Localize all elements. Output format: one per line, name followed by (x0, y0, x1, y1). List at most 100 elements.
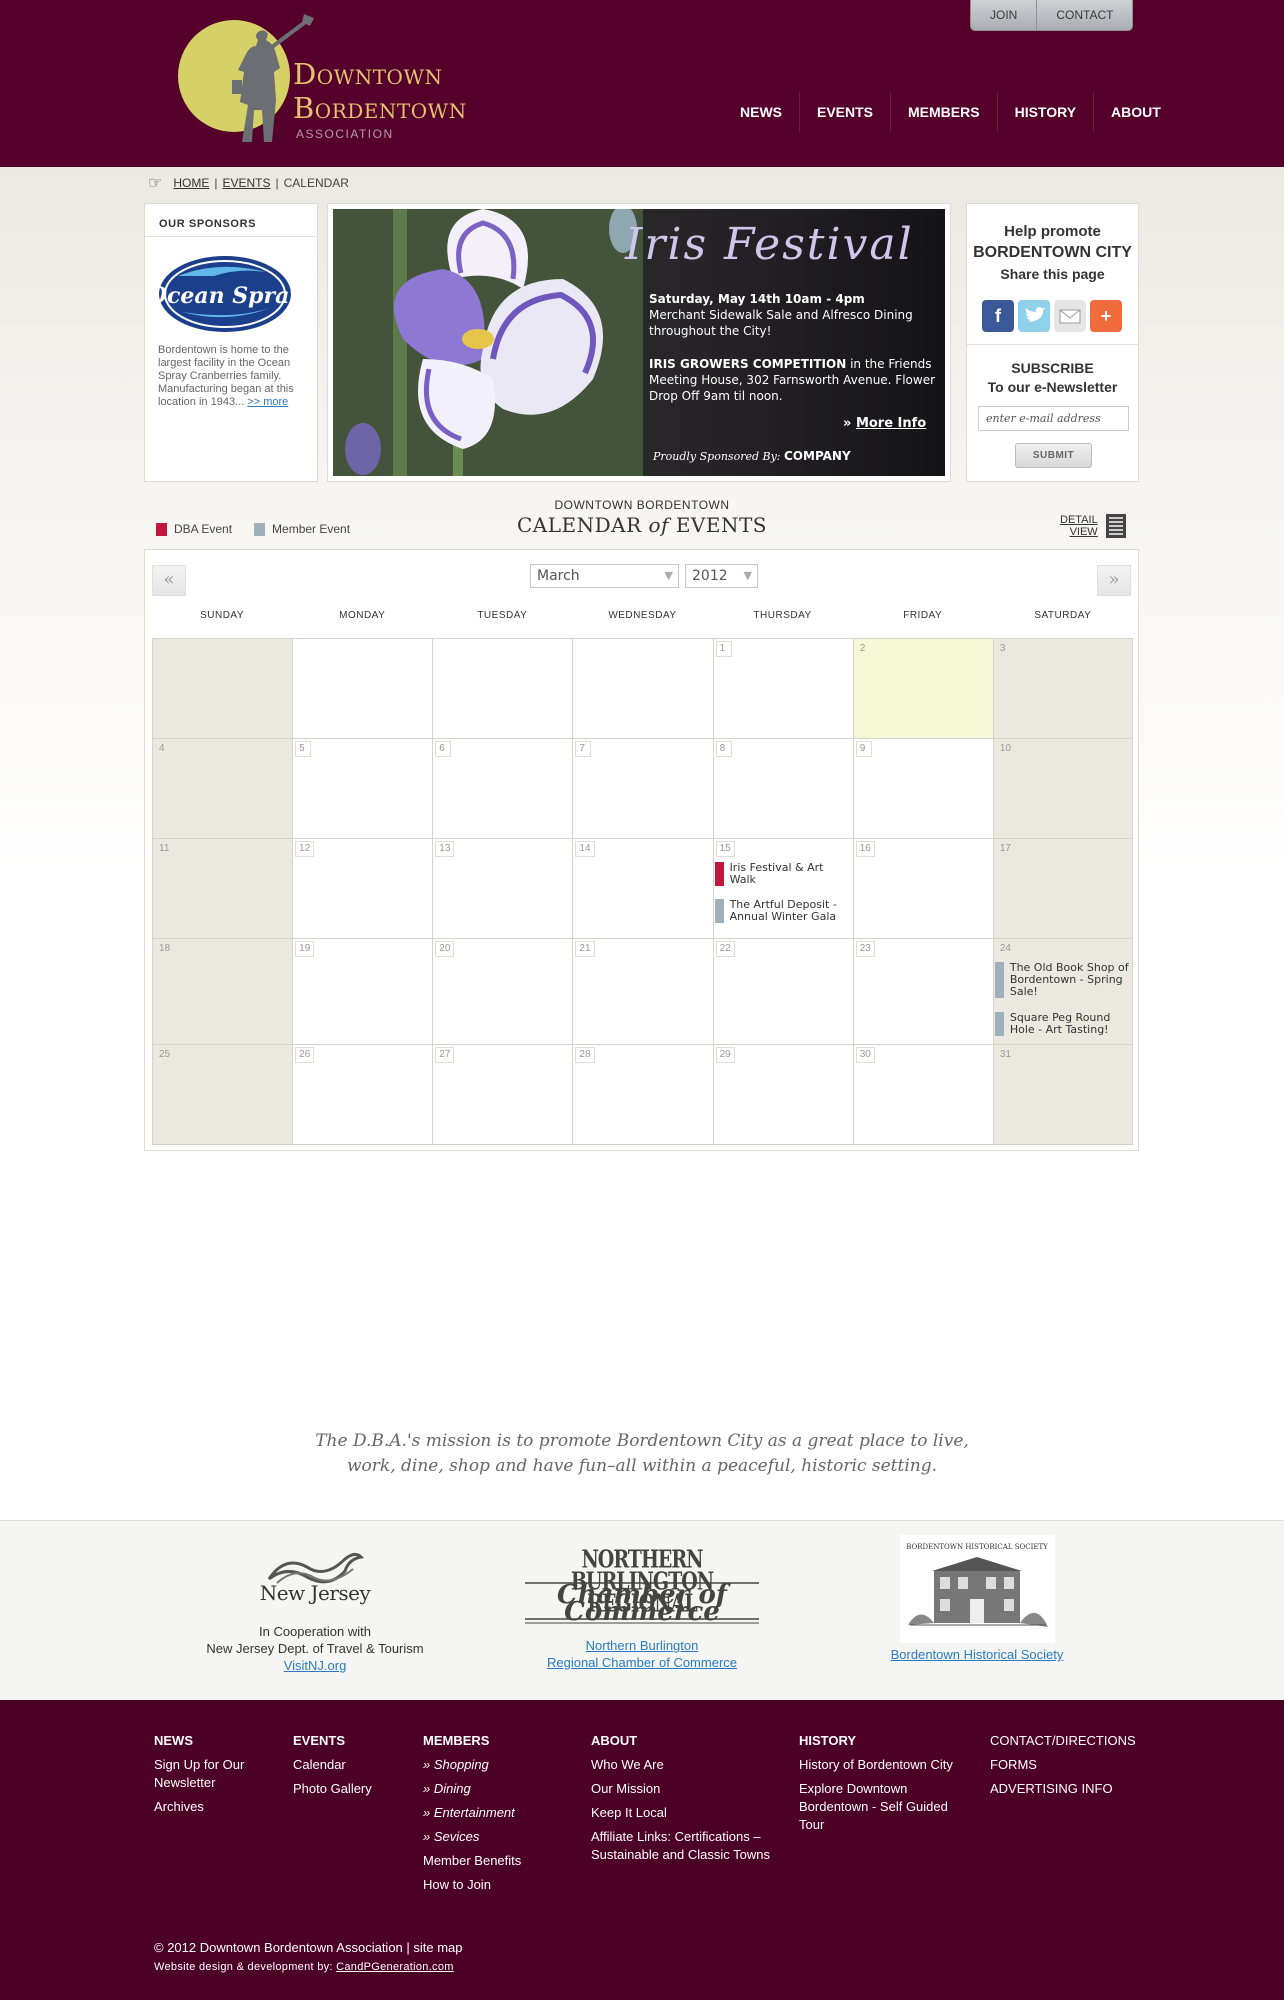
footer-link[interactable]: ADVERTISING INFO (990, 1780, 1150, 1798)
calendar-day-cell[interactable]: 26 (292, 1044, 433, 1145)
footer-heading[interactable]: ABOUT (591, 1733, 786, 1748)
nav-events[interactable]: EVENTS (799, 92, 890, 132)
calendar-event[interactable]: The Artful Deposit - Annual Winter Gala (714, 899, 853, 923)
email-icon[interactable] (1054, 300, 1086, 332)
footer-link[interactable]: » Shopping (423, 1756, 573, 1774)
hero-image[interactable]: Iris Festival Saturday, May 14th 10am - … (333, 209, 945, 476)
calendar-day-cell[interactable]: 24 The Old Book Shop of Bordentown - Spri… (992, 938, 1133, 1044)
nav-news[interactable]: NEWS (723, 92, 799, 132)
calendar-day-cell[interactable]: 22 (712, 938, 853, 1044)
logo-line-2: Bordentown (293, 91, 467, 125)
day-number: 28 (575, 1047, 595, 1063)
addthis-icon[interactable]: + (1090, 300, 1122, 332)
nav-members[interactable]: MEMBERS (890, 92, 997, 132)
footer-heading[interactable]: NEWS (154, 1733, 274, 1748)
calendar-day-cell[interactable]: 25 (152, 1044, 293, 1145)
calendar-day-cell[interactable]: 11 (152, 838, 293, 938)
footer-link[interactable]: Affiliate Links: Certifications – Sustai… (591, 1828, 786, 1864)
calendar-day-cell[interactable]: 1 (712, 638, 853, 738)
calendar-day-cell[interactable] (432, 638, 573, 738)
chamber-link[interactable]: Regional Chamber of Commerce (547, 1655, 737, 1670)
nav-about[interactable]: ABOUT (1093, 92, 1178, 132)
calendar-day-cell[interactable]: 21 (572, 938, 713, 1044)
footer-link[interactable]: » Sevices (423, 1828, 573, 1846)
prev-month-button[interactable]: « (152, 565, 186, 596)
calendar-event[interactable]: The Old Book Shop of Bordentown - Spring… (994, 962, 1133, 998)
calendar-day-cell[interactable]: 5 (292, 738, 433, 838)
visitnj-link[interactable]: VisitNJ.org (284, 1658, 347, 1673)
calendar-day-cell[interactable]: 3 (992, 638, 1133, 738)
footer-link[interactable]: Calendar (293, 1756, 413, 1774)
contact-button[interactable]: CONTACT (1037, 0, 1132, 30)
site-logo[interactable]: Downtown Bordentown ASSOCIATION (178, 10, 508, 145)
year-select[interactable]: 2012 ▼ (685, 564, 758, 588)
detail-view-toggle[interactable]: DETAIL VIEW (1060, 514, 1126, 538)
calendar-day-cell[interactable]: 14 (572, 838, 713, 938)
footer-link[interactable]: Archives (154, 1798, 274, 1816)
calendar-day-cell[interactable]: 6 (432, 738, 573, 838)
breadcrumb-events[interactable]: EVENTS (222, 176, 270, 190)
calendar-day-cell[interactable]: 28 (572, 1044, 713, 1145)
historical-society-link[interactable]: Bordentown Historical Society (891, 1647, 1064, 1662)
footer-link[interactable]: » Dining (423, 1780, 573, 1798)
calendar-event[interactable]: Square Peg Round Hole - Art Tasting! (994, 1012, 1133, 1036)
footer-link[interactable]: How to Join (423, 1876, 573, 1894)
day-number: 27 (435, 1047, 455, 1063)
footer-link[interactable]: Explore Downtown Bordentown - Self Guide… (799, 1780, 969, 1834)
footer-heading[interactable]: EVENTS (293, 1733, 413, 1748)
calendar-day-cell[interactable]: 30 (852, 1044, 993, 1145)
nav-history[interactable]: HISTORY (996, 92, 1093, 132)
calendar-day-cell[interactable] (152, 638, 293, 738)
facebook-icon[interactable]: f (982, 300, 1014, 332)
ocean-spray-logo[interactable]: Ocean Spray (158, 254, 292, 334)
calendar-day-cell[interactable]: 27 (432, 1044, 573, 1145)
newsletter-email-input[interactable] (978, 406, 1129, 431)
calendar-day-cell[interactable]: 31 (992, 1044, 1133, 1145)
footer-heading[interactable]: HISTORY (799, 1733, 969, 1748)
calendar-day-cell[interactable]: 12 (292, 838, 433, 938)
calendar-day-cell[interactable]: 4 (152, 738, 293, 838)
calendar-day-cell[interactable]: 18 (152, 938, 293, 1044)
calendar-day-cell[interactable]: 29 (712, 1044, 853, 1145)
calendar-day-cell[interactable]: 10 (992, 738, 1133, 838)
chamber-link[interactable]: Northern Burlington (586, 1638, 699, 1653)
calendar-day-cell[interactable]: 2 (852, 638, 993, 738)
calendar-day-cell[interactable]: 9 (852, 738, 993, 838)
partner-caption: In Cooperation with (258, 1624, 371, 1639)
calendar-day-cell[interactable]: 13 (432, 838, 573, 938)
detail-view-label-1: DETAIL (1060, 514, 1098, 526)
footer-link[interactable]: CONTACT/DIRECTIONS (990, 1733, 1150, 1748)
footer-link[interactable]: Member Benefits (423, 1852, 573, 1870)
footer-link[interactable]: Sign Up for Our Newsletter (154, 1756, 274, 1792)
calendar-day-cell[interactable]: 16 (852, 838, 993, 938)
newsletter-submit-button[interactable]: SUBMIT (1015, 443, 1092, 468)
calendar-day-cell[interactable] (572, 638, 713, 738)
footer-link[interactable]: History of Bordentown City (799, 1756, 969, 1774)
calendar-day-cell[interactable]: 19 (292, 938, 433, 1044)
calendar-day-cell[interactable] (292, 638, 433, 738)
calendar-day-cell[interactable]: 23 (852, 938, 993, 1044)
footer-heading[interactable]: MEMBERS (423, 1733, 573, 1748)
credit-link[interactable]: CandPGeneration.com (336, 1961, 454, 1973)
footer-link[interactable]: FORMS (990, 1756, 1150, 1774)
calendar-day-cell[interactable]: 15 Iris Festival & Art Walk The Artful Dep… (712, 838, 853, 938)
hero-more-info-link[interactable]: » More Info (843, 416, 926, 431)
next-month-button[interactable]: » (1097, 565, 1131, 596)
footer-link[interactable]: Photo Gallery (293, 1780, 413, 1798)
footer-link[interactable]: Our Mission (591, 1780, 786, 1798)
footer-link[interactable]: Keep It Local (591, 1804, 786, 1822)
day-number: 3 (999, 643, 1006, 654)
breadcrumb-home[interactable]: HOME (173, 176, 209, 190)
twitter-icon[interactable] (1018, 300, 1050, 332)
month-select[interactable]: March ▼ (530, 564, 679, 588)
sponsor-more-link[interactable]: >> more (247, 396, 288, 408)
footer-link[interactable]: » Entertainment (423, 1804, 573, 1822)
calendar-day-cell[interactable]: 20 (432, 938, 573, 1044)
footer-link[interactable]: Who We Are (591, 1756, 786, 1774)
calendar-day-cell[interactable]: 7 (572, 738, 713, 838)
join-button[interactable]: JOIN (971, 0, 1038, 30)
calendar-day-cell[interactable]: 8 (712, 738, 853, 838)
calendar-day-cell[interactable]: 17 (992, 838, 1133, 938)
calendar-event[interactable]: Iris Festival & Art Walk (714, 862, 853, 886)
iris-flower-image (333, 209, 643, 476)
